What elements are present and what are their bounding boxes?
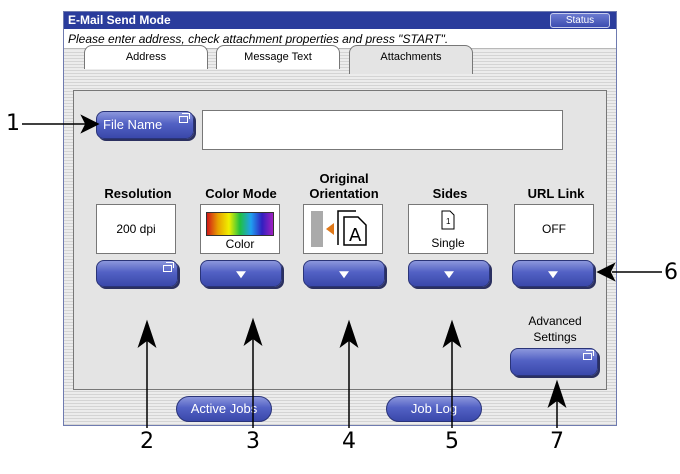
original-orientation-label: Original Orientation bbox=[309, 171, 379, 201]
active-jobs-button[interactable]: Active Jobs bbox=[176, 396, 272, 422]
callout-number: 4 bbox=[342, 429, 356, 454]
resolution-label: Resolution bbox=[104, 186, 172, 201]
sides-dropdown[interactable] bbox=[408, 260, 490, 287]
resolution-select-button[interactable] bbox=[96, 260, 178, 287]
file-name-button[interactable]: File Name bbox=[96, 111, 194, 139]
callout-number: 5 bbox=[445, 429, 459, 454]
sides-label: Sides bbox=[432, 186, 468, 201]
url-link-value: OFF bbox=[514, 204, 594, 254]
color-mode-label: Color Mode bbox=[205, 186, 277, 201]
callout-number: 3 bbox=[246, 429, 260, 454]
svg-text:1: 1 bbox=[446, 217, 451, 226]
url-link-dropdown[interactable] bbox=[512, 260, 594, 287]
tab-attachments[interactable]: Attachments bbox=[349, 45, 473, 74]
chevron-down-icon bbox=[548, 270, 558, 278]
color-mode-value-box: Color bbox=[200, 204, 280, 254]
orientation-value-box: A bbox=[303, 204, 383, 254]
svg-text:A: A bbox=[349, 225, 362, 246]
window-icon bbox=[163, 262, 174, 272]
window-icon bbox=[179, 113, 190, 123]
callout-number: 6 bbox=[664, 260, 678, 285]
advanced-settings-label: Advanced Settings bbox=[528, 314, 582, 344]
resolution-value: 200 dpi bbox=[96, 204, 176, 254]
orientation-dropdown[interactable] bbox=[303, 260, 385, 287]
window-title: E-Mail Send Mode bbox=[68, 13, 171, 27]
window-icon bbox=[583, 350, 594, 360]
color-mode-value: Color bbox=[225, 237, 255, 251]
callout-number: 7 bbox=[550, 429, 564, 454]
chevron-down-icon bbox=[339, 270, 349, 278]
chevron-down-icon bbox=[236, 270, 246, 278]
file-name-button-label: File Name bbox=[103, 117, 163, 132]
tab-address[interactable]: Address bbox=[84, 45, 208, 69]
color-mode-dropdown[interactable] bbox=[200, 260, 282, 287]
tab-message-text[interactable]: Message Text bbox=[216, 45, 340, 69]
advanced-settings-button[interactable] bbox=[510, 348, 598, 376]
title-bar: E-Mail Send Mode Status bbox=[64, 12, 616, 29]
status-button[interactable]: Status bbox=[550, 13, 610, 28]
url-link-label: URL Link bbox=[527, 186, 585, 201]
file-name-field[interactable] bbox=[202, 110, 563, 150]
callout-number: 1 bbox=[6, 111, 20, 136]
portrait-orientation-icon: A bbox=[311, 210, 367, 247]
chevron-down-icon bbox=[444, 270, 454, 278]
callout-number: 2 bbox=[140, 429, 154, 454]
job-log-button[interactable]: Job Log bbox=[386, 396, 482, 422]
color-spectrum-icon bbox=[206, 212, 274, 236]
single-page-icon: 1 bbox=[441, 210, 455, 230]
sides-value-box: 1 Single bbox=[408, 204, 488, 254]
sides-value: Single bbox=[431, 236, 465, 250]
